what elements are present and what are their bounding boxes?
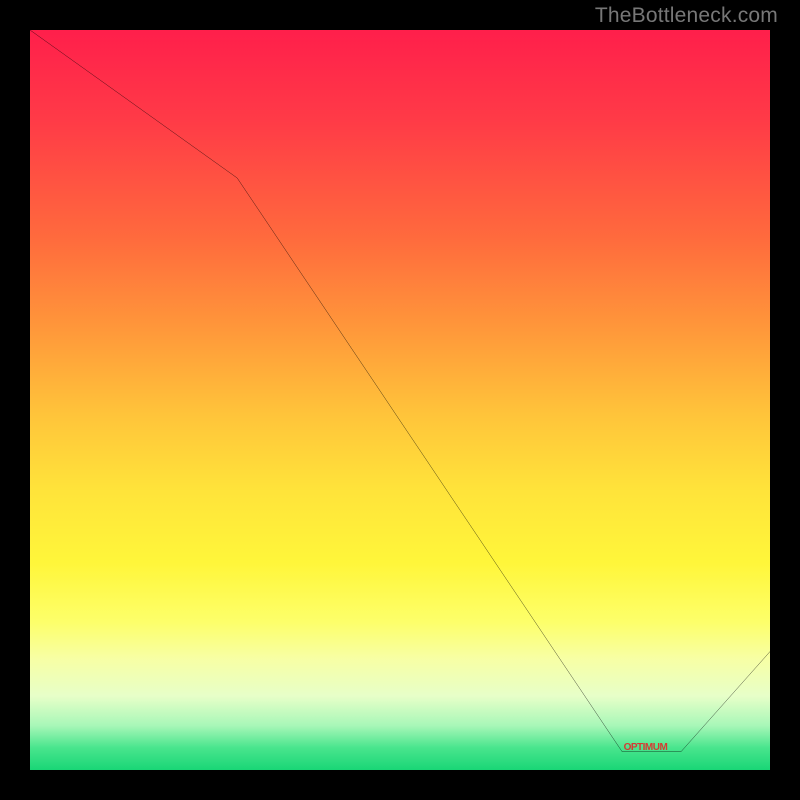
optimum-label: OPTIMUM [624,742,668,753]
watermark-text: TheBottleneck.com [595,4,778,28]
chart-frame: TheBottleneck.com OPTIMUM [0,0,800,800]
chart-svg [30,30,770,770]
bottleneck-curve [30,30,770,752]
plot-area: OPTIMUM [30,30,770,770]
